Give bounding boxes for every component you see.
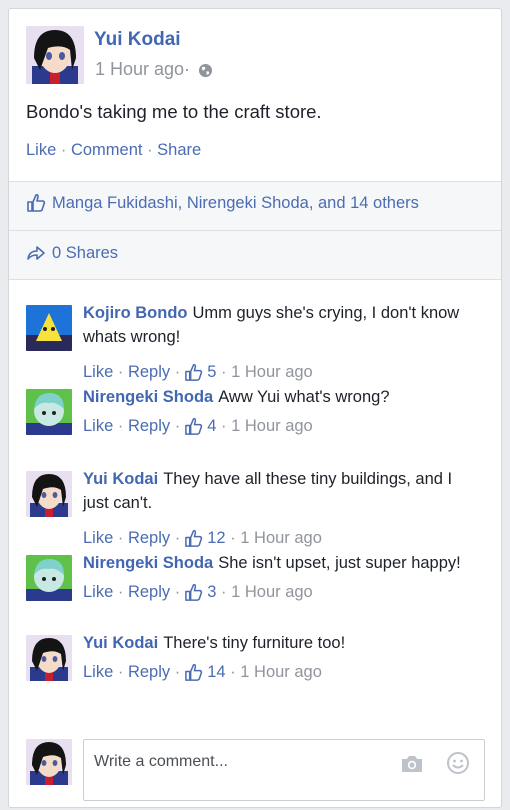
thumbs-up-icon [184, 529, 203, 548]
comment-meta: Like · Reply · 14 · 1 Hour ago [83, 663, 322, 682]
commenter-avatar[interactable] [26, 635, 72, 681]
comment-reply-link[interactable]: Reply [128, 417, 170, 436]
post-author-name[interactable]: Yui Kodai [94, 29, 181, 51]
comment-composer[interactable] [83, 739, 485, 801]
comment-time: 1 Hour ago [240, 529, 322, 547]
post-author-avatar[interactable] [26, 26, 84, 84]
comment-body: Nirengeki Shoda Aww Yui what's wrong? [83, 385, 479, 409]
comment-like-link[interactable]: Like [83, 417, 113, 436]
commenter-avatar[interactable] [26, 305, 72, 351]
post-timestamp: 1 Hour ago· [95, 59, 213, 80]
comment-time: 1 Hour ago [231, 363, 313, 381]
thumbs-up-icon [184, 363, 203, 382]
post-text: Bondo's taking me to the craft store. [26, 101, 322, 122]
comment-time: 1 Hour ago [231, 417, 313, 435]
comment-time: 1 Hour ago [231, 583, 313, 601]
post-time: 1 Hour ago· [95, 59, 191, 79]
comment-like-count[interactable]: 3 [207, 583, 216, 602]
comment-like-link[interactable]: Like [83, 363, 113, 382]
thumbs-up-icon [184, 663, 203, 682]
commenter-avatar[interactable] [26, 471, 72, 517]
comment-like-link[interactable]: Like [83, 529, 113, 548]
shares-summary[interactable]: 0 Shares [26, 243, 118, 263]
comment-body: Kojiro Bondo Umm guys she's crying, I don… [83, 301, 479, 349]
separator: · [56, 141, 71, 159]
comment-meta: Like · Reply · 4 · 1 Hour ago [83, 417, 313, 436]
likes-text: Manga Fukidashi, Nirengeki Shoda, and 14… [52, 193, 419, 212]
globe-icon [198, 62, 213, 78]
post-actions: Like · Comment · Share [26, 141, 201, 160]
comment-text: She isn't upset, just super happy! [218, 554, 461, 572]
comment-text: There's tiny furniture too! [163, 634, 346, 652]
separator: · [142, 141, 158, 159]
like-link[interactable]: Like [26, 141, 56, 159]
comment-like-count[interactable]: 5 [207, 363, 216, 382]
camera-icon[interactable] [400, 754, 424, 774]
comment-like-count[interactable]: 14 [207, 663, 225, 682]
divider [9, 279, 501, 280]
commenter-avatar[interactable] [26, 555, 72, 601]
comment-body: Yui Kodai There's tiny furniture too! [83, 631, 479, 655]
commenter-name[interactable]: Yui Kodai [83, 634, 158, 652]
commenter-name[interactable]: Nirengeki Shoda [83, 554, 213, 572]
commenter-name[interactable]: Nirengeki Shoda [83, 388, 213, 406]
comment-reply-link[interactable]: Reply [128, 363, 170, 382]
share-link[interactable]: Share [157, 141, 201, 159]
comment-meta: Like · Reply · 3 · 1 Hour ago [83, 583, 313, 602]
comment-like-link[interactable]: Like [83, 583, 113, 602]
commenter-name[interactable]: Kojiro Bondo [83, 304, 187, 322]
comment-body: Yui Kodai They have all these tiny buildi… [83, 467, 479, 515]
commenter-avatar[interactable] [26, 389, 72, 435]
comment-body: Nirengeki Shoda She isn't upset, just sup… [83, 551, 479, 575]
comment-text: Aww Yui what's wrong? [218, 388, 390, 406]
emoji-icon[interactable] [446, 751, 470, 775]
comment-link[interactable]: Comment [71, 141, 143, 159]
comment-like-link[interactable]: Like [83, 663, 113, 682]
comment-like-count[interactable]: 4 [207, 417, 216, 436]
comment-reply-link[interactable]: Reply [128, 529, 170, 548]
comment-reply-link[interactable]: Reply [128, 663, 170, 682]
composer-avatar [26, 739, 72, 785]
comment-like-count[interactable]: 12 [207, 529, 225, 548]
comment-meta: Like · Reply · 5 · 1 Hour ago [83, 363, 313, 382]
comment-time: 1 Hour ago [240, 663, 322, 681]
thumbs-up-icon [184, 583, 203, 602]
share-arrow-icon [26, 243, 46, 263]
commenter-name[interactable]: Yui Kodai [83, 470, 158, 488]
thumbs-up-icon [184, 417, 203, 436]
likes-summary[interactable]: Manga Fukidashi, Nirengeki Shoda, and 14… [26, 193, 419, 213]
post-card: Yui Kodai 1 Hour ago· Bondo's taking me … [8, 8, 502, 808]
comment-input[interactable] [92, 752, 386, 772]
thumbs-up-icon [26, 193, 46, 213]
comment-meta: Like · Reply · 12 · 1 Hour ago [83, 529, 322, 548]
comment-reply-link[interactable]: Reply [128, 583, 170, 602]
shares-text: 0 Shares [52, 243, 119, 262]
